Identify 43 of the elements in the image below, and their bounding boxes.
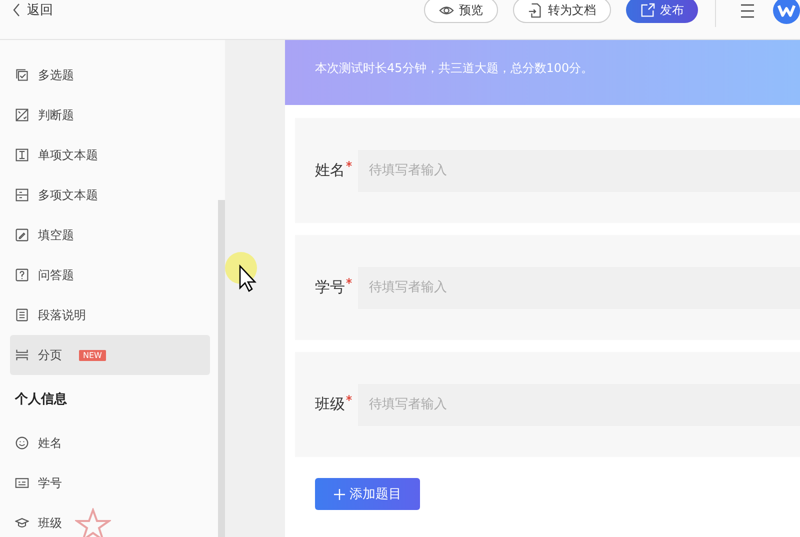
star-icon [75, 508, 111, 537]
graduation-cap-icon [15, 516, 29, 530]
sidebar-item[interactable]: 填空题 [10, 215, 210, 255]
field-label: 班级 [315, 395, 345, 414]
sidebar-item[interactable]: 段落说明 [10, 295, 210, 335]
logo-icon[interactable] [773, 0, 800, 24]
add-question-button[interactable]: 添加题目 [315, 478, 420, 510]
field-label: 姓名 [315, 161, 345, 180]
multi-text-icon [15, 188, 29, 202]
back-link[interactable]: 返回 [12, 1, 53, 19]
section-title: 个人信息 [14, 391, 68, 409]
input-field[interactable]: 待填写者输入 [358, 150, 800, 192]
sidebar-item[interactable]: 姓名 [10, 423, 210, 463]
share-icon [640, 2, 655, 18]
banner-description: 本次测试时长45分钟，共三道大题，总分数100分。 [315, 60, 594, 77]
page-break-icon [15, 348, 29, 362]
question-mark-icon [15, 268, 29, 282]
chevron-left-icon [12, 3, 21, 17]
sidebar-item[interactable]: 班级 [10, 503, 210, 537]
id-card-icon [15, 476, 29, 490]
sidebar-item[interactable]: 分页 NEW [10, 335, 210, 375]
sidebar-item[interactable]: 学号 [10, 463, 210, 503]
sidebar-item[interactable]: 判断题 [10, 95, 210, 135]
convert-button[interactable]: 转为文档 [513, 0, 611, 23]
menu-icon[interactable] [740, 4, 755, 18]
preview-button[interactable]: 预览 [424, 0, 498, 23]
true-false-icon [15, 108, 29, 122]
input-field[interactable]: 待填写者输入 [358, 266, 800, 308]
input-field[interactable]: 待填写者输入 [358, 384, 800, 426]
sidebar-item[interactable]: 单项文本题 [10, 135, 210, 175]
multiple-choice-icon [15, 68, 29, 82]
publish-button[interactable]: 发布 [626, 0, 698, 23]
new-badge: NEW [79, 350, 106, 360]
fill-blank-icon [15, 228, 29, 242]
paragraph-icon [15, 308, 29, 322]
sidebar-item[interactable]: 多项文本题 [10, 175, 210, 215]
sidebar-item[interactable]: 问答题 [10, 255, 210, 295]
plus-icon [334, 488, 344, 500]
document-arrow-icon [528, 2, 543, 18]
smiley-icon [15, 436, 29, 450]
sidebar-item[interactable]: 多选题 [10, 55, 210, 95]
text-field-icon [15, 148, 29, 162]
field-label: 学号 [315, 278, 345, 297]
